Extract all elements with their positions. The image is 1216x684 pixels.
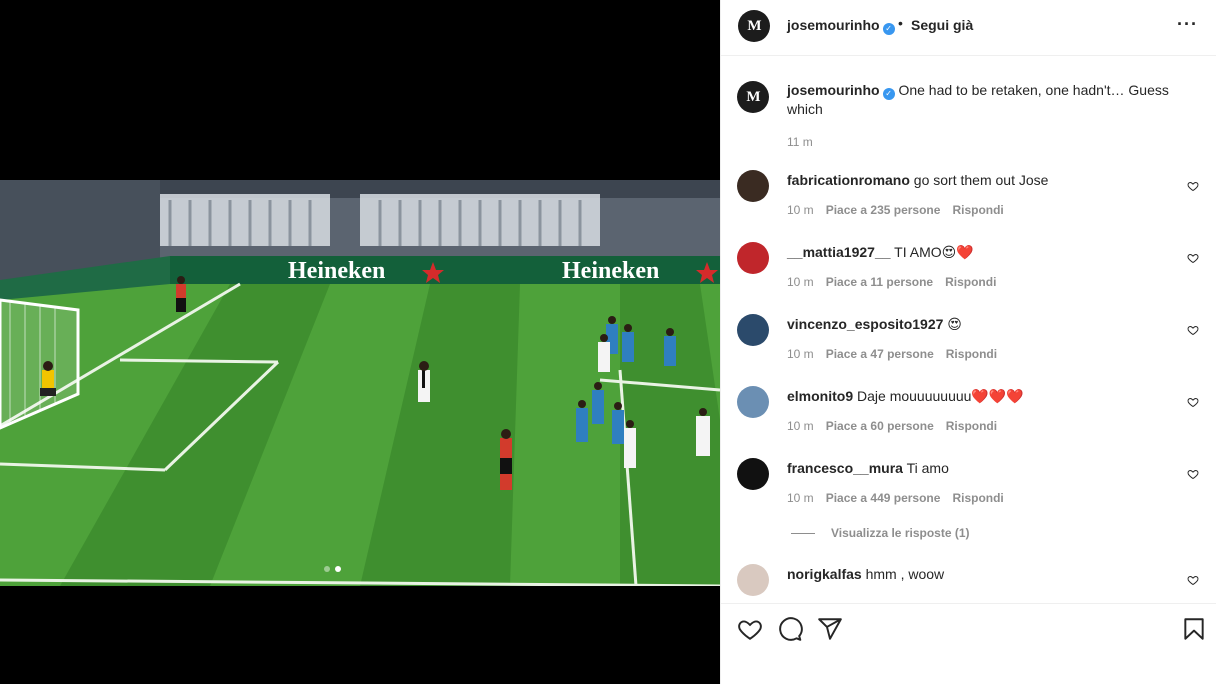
ad-board-text-1: Heineken [288,258,385,284]
reply-button[interactable]: Rispondi [946,347,997,361]
caption-text: josemourinho ✓ One had to be retaken, one… [787,81,1197,118]
comment-time[interactable]: 10 m [787,491,814,505]
comment-body: go sort them out Jose [913,172,1049,188]
reply-button[interactable]: Rispondi [946,419,997,433]
avatar-letters: M [747,17,761,34]
comment-text: francesco__mura Ti amo [787,459,1167,477]
header-username-text: josemourinho [787,17,880,33]
comment-time[interactable]: 10 m [787,203,814,217]
comment-body: hmm , woow [865,566,945,582]
comment-body: 😍 [947,316,962,332]
comment-item: fabricationromano go sort them out Jose … [737,170,1213,230]
comment-text: elmonito9 Daje mouuuuuuuu❤️❤️❤️ [787,387,1167,405]
comment-meta: 10 m Piace a 47 persone Rispondi [787,347,997,361]
referee-goalline [176,276,186,312]
reply-button[interactable]: Rispondi [952,491,1003,505]
more-options-icon[interactable]: ··· [1177,15,1198,33]
comment-meta: 10 m Piace a 11 persone Rispondi [787,275,996,289]
football-penalty-image: Heineken Heineken [0,180,720,586]
comment-item: elmonito9 Daje mouuuuuuuu❤️❤️❤️ 10 m Piac… [737,386,1213,446]
comment-item: __mattia1927__ TI AMO😍❤️ 10 m Piace a 11 … [737,242,1213,302]
carousel-dot-1[interactable] [324,566,330,572]
comment-text: vincenzo_esposito1927 😍 [787,315,1167,333]
comment-item: norigkalfas hmm , woow [737,564,1213,603]
header-username[interactable]: josemourinho ✓ [787,17,895,35]
carousel-dot-2[interactable] [335,566,341,572]
comment-username[interactable]: vincenzo_esposito1927 [787,316,943,332]
header-separator: • [898,15,903,31]
comment-meta: 10 m Piace a 60 persone Rispondi [787,419,997,433]
following-button[interactable]: Segui già [911,17,973,33]
comment-likes[interactable]: Piace a 449 persone [826,491,941,505]
comment-text: norigkalfas hmm , woow [787,565,1167,583]
comment-username[interactable]: fabricationromano [787,172,910,188]
comment-avatar[interactable] [737,386,769,418]
view-replies-button[interactable]: Visualizza le risposte (1) [791,526,970,540]
reply-button[interactable]: Rispondi [952,203,1003,217]
comment-icon[interactable] [777,616,803,642]
instagram-post-window: Heineken Heineken M josemourinho ✓ • Seg… [0,0,1216,684]
comment-body: TI AMO😍❤️ [894,244,974,260]
comment-item: francesco__mura Ti amo 10 m Piace a 449 p… [737,458,1213,518]
comment-likes[interactable]: Piace a 47 persone [826,347,934,361]
ad-board-text-2: Heineken [562,258,659,284]
comment-time[interactable]: 10 m [787,347,814,361]
post-header: M josemourinho ✓ • Segui già ··· [721,0,1216,56]
reply-button[interactable]: Rispondi [945,275,996,289]
comment-item: vincenzo_esposito1927 😍 10 m Piace a 47 p… [737,314,1213,374]
replies-divider [791,532,815,534]
comment-meta: 10 m Piace a 449 persone Rispondi [787,491,1004,505]
comment-likes[interactable]: Piace a 11 persone [826,275,933,289]
comment-username[interactable]: francesco__mura [787,460,903,476]
caption-username[interactable]: josemourinho [787,82,880,98]
caption-time[interactable]: 11 m [787,135,813,149]
comment-likes[interactable]: Piace a 235 persone [826,203,941,217]
comment-body: Daje mouuuuuuuu❤️❤️❤️ [857,388,1024,404]
comment-avatar[interactable] [737,314,769,346]
share-icon[interactable] [817,616,843,642]
comment-heart-icon[interactable] [1187,324,1199,336]
comment-heart-icon[interactable] [1187,574,1199,586]
comment-heart-icon[interactable] [1187,468,1199,480]
comment-meta: 10 m Piace a 235 persone Rispondi [787,203,1004,217]
comment-heart-icon[interactable] [1187,396,1199,408]
comment-avatar[interactable] [737,458,769,490]
comment-avatar[interactable] [737,242,769,274]
penalty-taker [418,361,430,402]
comment-text: __mattia1927__ TI AMO😍❤️ [787,243,1167,261]
post-side-panel: M josemourinho ✓ • Segui già ··· M josemo… [720,0,1216,684]
bookmark-icon[interactable] [1181,616,1207,642]
comment-username[interactable]: elmonito9 [787,388,853,404]
comment-heart-icon[interactable] [1187,180,1199,192]
comment-text: fabricationromano go sort them out Jose [787,171,1167,189]
comment-time[interactable]: 10 m [787,419,814,433]
comment-heart-icon[interactable] [1187,252,1199,264]
view-replies-label: Visualizza le risposte (1) [831,526,970,540]
caption-avatar-letters: M [746,88,760,105]
comment-username[interactable]: __mattia1927__ [787,244,891,260]
comment-avatar[interactable] [737,564,769,596]
carousel-dots [324,566,341,572]
comment-likes[interactable]: Piace a 60 persone [826,419,934,433]
caption-avatar[interactable]: M [737,81,769,113]
verified-badge-icon: ✓ [882,23,895,35]
post-media[interactable]: Heineken Heineken [0,0,720,684]
referee [500,429,512,490]
comment-avatar[interactable] [737,170,769,202]
avatar[interactable]: M [738,10,770,42]
comment-username[interactable]: norigkalfas [787,566,862,582]
verified-badge-icon: ✓ [882,88,895,100]
heart-icon[interactable] [737,616,763,642]
post-actions-bar [721,603,1216,684]
comment-body: Ti amo [906,460,949,476]
comments-list[interactable]: M josemourinho ✓ One had to be retaken, o… [721,57,1216,603]
comment-time[interactable]: 10 m [787,275,814,289]
